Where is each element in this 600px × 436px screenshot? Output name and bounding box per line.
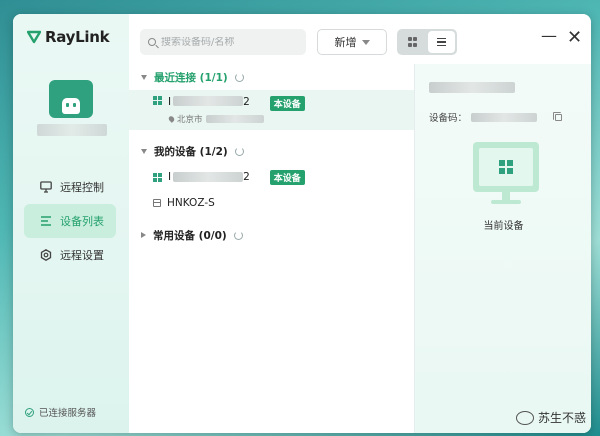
app-window: RayLink 远程控制 设备列表 远程设置 已连接服务器 搜索设备码/名称 新… xyxy=(13,14,591,433)
chevron-down-icon xyxy=(141,148,147,154)
current-device-label: 当前设备 xyxy=(483,221,524,232)
list-item[interactable]: I 2 本设备 xyxy=(129,164,414,190)
device-name-prefix: I xyxy=(168,96,172,108)
list-icon xyxy=(41,216,51,226)
device-name-suffix: 2 xyxy=(243,171,250,183)
raylink-logo-icon xyxy=(27,30,41,44)
device-name-redacted xyxy=(173,96,244,106)
sidebar: RayLink 远程控制 设备列表 远程设置 已连接服务器 xyxy=(13,14,129,433)
list-view-button[interactable] xyxy=(428,31,455,53)
location-text: 北京市 xyxy=(177,115,203,125)
device-name-redacted xyxy=(173,172,244,182)
device-name: HNKOZ-S xyxy=(167,197,215,209)
user-name xyxy=(37,124,107,136)
list-item[interactable]: HNKOZ-S xyxy=(129,190,414,216)
windows-icon xyxy=(153,96,162,105)
view-toggle xyxy=(397,29,457,55)
location-pin-icon xyxy=(167,115,176,123)
watermark: 苏生不惑 xyxy=(515,409,586,426)
sidebar-item-device-list[interactable]: 设备列表 xyxy=(24,204,116,238)
list-item[interactable]: I 2 本设备 北京市 xyxy=(129,90,414,130)
device-list: 最近连接 (1/1) I 2 本设备 北京市 我的设备 (1/2) I 2 本设… xyxy=(129,64,414,433)
chevron-down-icon xyxy=(141,74,147,80)
this-device-badge: 本设备 xyxy=(269,169,305,185)
group-common-header[interactable]: 常用设备 (0/0) xyxy=(129,222,414,248)
detail-device-name-redacted xyxy=(429,82,515,93)
device-code: 设备码： xyxy=(429,110,563,124)
close-icon[interactable]: ✕ xyxy=(567,27,582,48)
windows-icon xyxy=(153,172,162,182)
logo: RayLink xyxy=(27,28,110,46)
search-input[interactable] xyxy=(161,36,301,48)
avatar xyxy=(49,80,93,118)
connection-status: 已连接服务器 xyxy=(25,405,96,419)
device-code-redacted xyxy=(471,112,538,122)
search-icon xyxy=(148,38,156,46)
device-location: 北京市 xyxy=(167,113,264,125)
monitor-icon xyxy=(40,181,52,193)
device-name-suffix: 2 xyxy=(243,96,250,108)
connection-status-text: 已连接服务器 xyxy=(39,408,97,419)
check-circle-icon xyxy=(25,407,34,417)
chevron-down-icon xyxy=(361,39,370,45)
sidebar-nav: 远程控制 设备列表 远程设置 xyxy=(24,170,116,272)
grid-view-button[interactable] xyxy=(399,31,426,53)
device-name-prefix: I xyxy=(168,171,172,183)
copy-icon[interactable] xyxy=(553,111,563,121)
sidebar-item-label: 远程控制 xyxy=(60,181,104,194)
this-device-badge: 本设备 xyxy=(269,96,305,111)
device-code-label: 设备码： xyxy=(429,113,468,124)
settings-icon xyxy=(40,249,52,261)
watermark-text: 苏生不惑 xyxy=(537,411,586,425)
search-box[interactable] xyxy=(140,29,306,55)
refresh-icon[interactable] xyxy=(233,230,243,240)
chevron-right-icon xyxy=(141,232,146,238)
refresh-icon[interactable] xyxy=(234,146,244,156)
device-detail-panel: 设备码： 当前设备 xyxy=(414,64,591,433)
minimize-icon[interactable]: — xyxy=(541,26,557,45)
windows-icon xyxy=(499,160,513,174)
group-title: 常用设备 (0/0) xyxy=(153,229,227,242)
group-recent-header[interactable]: 最近连接 (1/1) xyxy=(129,64,414,90)
add-device-button[interactable]: 新增 xyxy=(317,29,387,55)
current-device-illustration xyxy=(473,142,539,210)
wechat-icon xyxy=(515,410,534,425)
group-title: 最近连接 (1/1) xyxy=(154,71,228,84)
group-mine-header[interactable]: 我的设备 (1/2) xyxy=(129,138,414,164)
robot-icon xyxy=(62,98,80,114)
group-title: 我的设备 (1/2) xyxy=(154,145,228,158)
logo-text: RayLink xyxy=(45,28,110,46)
add-button-label: 新增 xyxy=(334,36,357,49)
sidebar-item-remote-control[interactable]: 远程控制 xyxy=(24,170,116,204)
location-redacted xyxy=(205,115,264,123)
refresh-icon[interactable] xyxy=(234,72,244,82)
grid-icon xyxy=(407,37,418,47)
list-icon xyxy=(437,36,446,49)
sidebar-item-label: 设备列表 xyxy=(60,215,104,228)
server-icon xyxy=(153,199,161,207)
main-area: 新增 — ✕ 最近连接 (1/1) I 2 本设备 xyxy=(129,14,591,433)
sidebar-item-remote-settings[interactable]: 远程设置 xyxy=(24,238,116,272)
sidebar-item-label: 远程设置 xyxy=(60,249,104,262)
